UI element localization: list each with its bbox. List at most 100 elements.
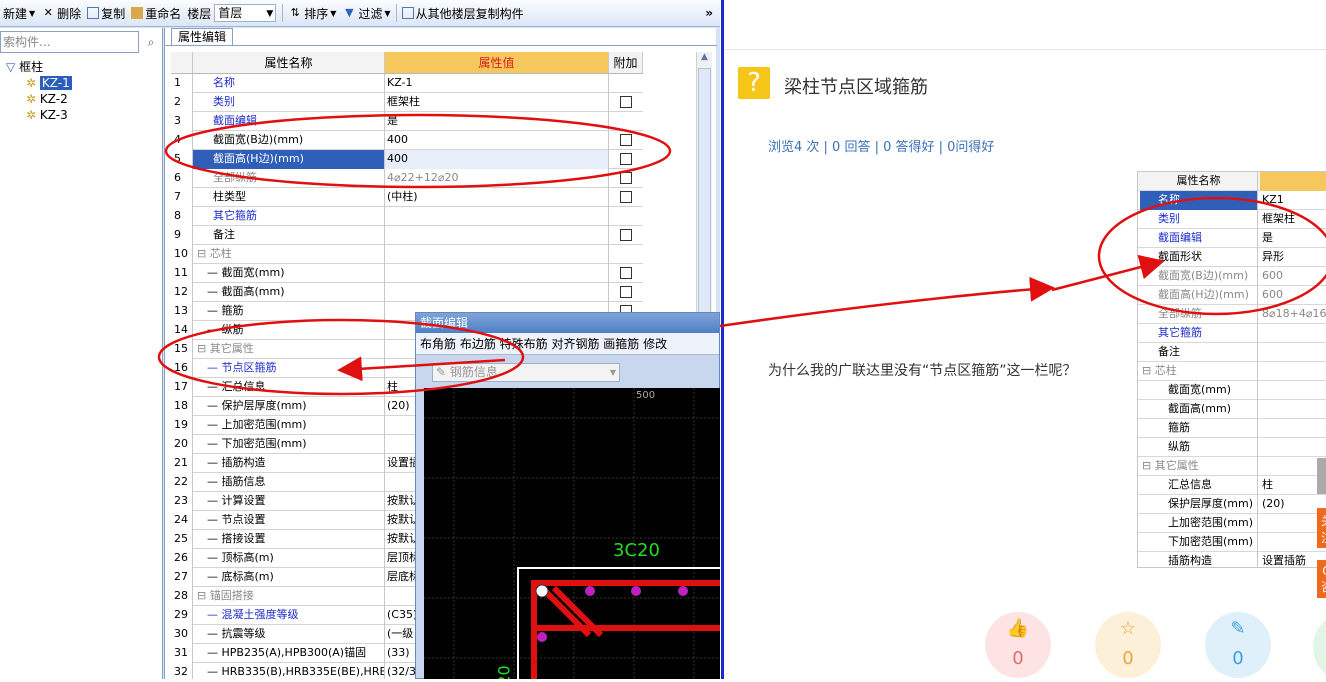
copy-from-floor-button[interactable]: 从其他楼层复制构件: [399, 2, 527, 24]
row-number: 9: [171, 226, 193, 245]
row-number: 32: [171, 663, 193, 679]
partial-action-button[interactable]: [1313, 612, 1326, 682]
row-number: 14: [171, 321, 193, 340]
property-row[interactable]: 6 全部纵筋 4⌀22+12⌀20: [171, 169, 643, 188]
tree-item[interactable]: ✲ KZ-3: [26, 107, 68, 123]
scroll-thumb[interactable]: [698, 68, 711, 338]
section-editor-toolbar[interactable]: 布角筋 布边筋 特殊布筋 对齐钢筋 画箍筋 修改: [416, 333, 719, 355]
property-value[interactable]: 400: [385, 131, 609, 150]
property-row[interactable]: 4 截面宽(B边)(mm) 400: [171, 131, 643, 150]
property-value[interactable]: 4⌀22+12⌀20: [385, 169, 609, 188]
filter-tree-icon: ▽: [6, 60, 16, 74]
ref-value: 8⌀18+4⌀16: [1262, 307, 1326, 320]
property-name: — 上加密范围(mm): [193, 416, 385, 435]
property-value[interactable]: [385, 207, 609, 226]
action-icon: ✎: [1230, 618, 1246, 639]
header-prop-name: 属性名称: [193, 52, 385, 74]
property-row[interactable]: 11— 截面宽(mm): [171, 264, 643, 283]
tree-item[interactable]: ✲ KZ-2: [26, 91, 68, 107]
more-button[interactable]: »: [702, 2, 716, 24]
tree-root[interactable]: ▽ 框柱: [6, 59, 43, 75]
search-icon[interactable]: ⌕: [141, 31, 161, 53]
new-button[interactable]: 新建 ▼: [0, 2, 38, 24]
property-value[interactable]: 框架柱: [385, 93, 609, 112]
property-row[interactable]: 2 类别 框架柱: [171, 93, 643, 112]
rename-button[interactable]: 重命名: [128, 2, 184, 24]
copy-from-floor-label: 从其他楼层复制构件: [415, 6, 524, 21]
property-name: — 截面宽(mm): [193, 264, 385, 283]
filter-button[interactable]: ▼ 过滤 ▼: [339, 2, 393, 24]
row-number: 18: [171, 397, 193, 416]
ref-row: 箍筋: [1138, 419, 1326, 438]
extra-checkbox[interactable]: [620, 267, 632, 279]
action-button[interactable]: ✎ 0: [1205, 612, 1271, 678]
dropdown-arrow-icon: ▼: [330, 8, 337, 18]
property-row[interactable]: 10 ⊟ 芯柱: [171, 245, 643, 264]
row-number: 3: [171, 112, 193, 131]
question-stats[interactable]: 浏览4 次 | 0 回答 | 0 答得好 | 0问得好: [768, 136, 994, 155]
extra-cell: [609, 283, 643, 302]
property-value[interactable]: [385, 283, 609, 302]
consult-button[interactable]: O咨: [1317, 560, 1326, 598]
extra-checkbox[interactable]: [620, 134, 632, 146]
action-button[interactable]: 👍 0: [985, 612, 1051, 678]
ref-name: 截面编辑: [1140, 229, 1258, 248]
tree-item[interactable]: ✲ KZ-1: [26, 75, 72, 91]
sort-button[interactable]: ⇅ 排序 ▼: [285, 2, 339, 24]
property-name: ⊟ 芯柱: [193, 245, 385, 264]
gear-icon: ✲: [26, 108, 37, 122]
action-icon: ☆: [1119, 618, 1137, 639]
extra-cell: [609, 245, 643, 264]
copy-button[interactable]: 复制: [84, 2, 128, 24]
tab-property-edit[interactable]: 属性编辑: [171, 28, 233, 46]
row-number: 2: [171, 93, 193, 112]
ref-name: 汇总信息: [1140, 476, 1258, 495]
extra-checkbox[interactable]: [620, 191, 632, 203]
property-value[interactable]: KZ-1: [385, 74, 609, 93]
ref-row: 类别 框架柱: [1138, 210, 1326, 229]
qa-page: ? 梁柱节点区域箍筋 浏览4 次 | 0 回答 | 0 答得好 | 0问得好 为…: [721, 0, 1326, 682]
extra-checkbox[interactable]: [620, 96, 632, 108]
ref-value: 600: [1262, 269, 1283, 282]
ref-header: 属性名称: [1138, 172, 1326, 191]
extra-checkbox[interactable]: [620, 286, 632, 298]
rebar-info-select[interactable]: ✎ 钢筋信息 ▼: [432, 363, 620, 382]
extra-checkbox[interactable]: [620, 229, 632, 241]
property-name: — 搭接设置: [193, 530, 385, 549]
attached-screenshot[interactable]: 属性名称 名称 KZ1 类别 框架柱 截面编辑是截面形状 异形 截面宽(B边)(mm) 600…: [1137, 171, 1326, 568]
property-row[interactable]: 1 名称 KZ-1: [171, 74, 643, 93]
property-row[interactable]: 12— 截面高(mm): [171, 283, 643, 302]
property-value[interactable]: (中柱): [385, 188, 609, 207]
property-value[interactable]: 400: [385, 150, 609, 169]
extra-checkbox[interactable]: [620, 153, 632, 165]
scroll-side-tab[interactable]: [1317, 458, 1326, 494]
rebar-label: 3C20: [613, 540, 660, 561]
property-value[interactable]: [385, 226, 609, 245]
extra-cell: [609, 112, 643, 131]
property-name: — 保护层厚度(mm): [193, 397, 385, 416]
ref-name: 下加密范围(mm): [1140, 533, 1258, 552]
property-row[interactable]: 8 其它箍筋: [171, 207, 643, 226]
scroll-up-icon[interactable]: ▲: [697, 52, 712, 66]
property-row[interactable]: 5 截面高(H边)(mm) 400: [171, 150, 643, 169]
row-number: 10: [171, 245, 193, 264]
action-button[interactable]: ☆ 0: [1095, 612, 1161, 678]
property-value[interactable]: [385, 245, 609, 264]
delete-button[interactable]: ✕ 删除: [38, 2, 84, 24]
floor-select[interactable]: 首层 ▼: [214, 4, 277, 22]
property-value[interactable]: 是: [385, 112, 609, 131]
search-input[interactable]: 索构件...: [0, 31, 139, 53]
row-number: 31: [171, 644, 193, 663]
extra-checkbox[interactable]: [620, 172, 632, 184]
filter-label: 过滤: [358, 6, 383, 21]
property-name: ⊟ 其它属性: [193, 340, 385, 359]
property-row[interactable]: 3 截面编辑是: [171, 112, 643, 131]
property-row[interactable]: 7 柱类型 (中柱): [171, 188, 643, 207]
property-value[interactable]: [385, 264, 609, 283]
gear-icon: ✲: [26, 92, 37, 106]
section-drawing-canvas[interactable]: 500 3C20 20: [424, 388, 720, 679]
action-icon: 👍: [1006, 618, 1030, 639]
property-row[interactable]: 9 备注: [171, 226, 643, 245]
sort-label: 排序: [304, 6, 329, 21]
follow-button[interactable]: 关注: [1317, 508, 1326, 548]
